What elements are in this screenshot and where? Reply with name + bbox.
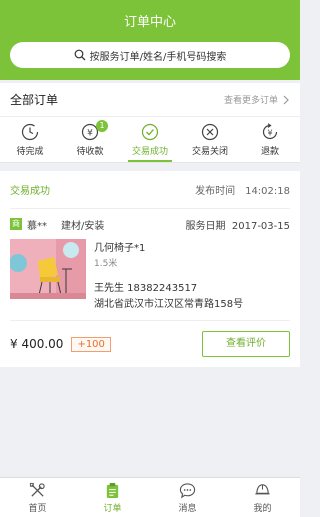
clipboard-icon	[106, 482, 119, 498]
nav-label: 消息	[178, 503, 197, 514]
service-date-value: 2017-03-15	[231, 220, 290, 232]
tab-label: 退款	[260, 146, 279, 157]
chat-icon	[179, 482, 196, 498]
chevron-right-icon	[283, 95, 289, 104]
bottom-nav: 首页 订单 消息 我的	[0, 477, 300, 517]
order-status-row: 交易成功 发布时间 14:02:18	[10, 171, 290, 209]
header: 订单中心 按服务订单/姓名/手机号码搜索	[0, 0, 300, 80]
order-card: 交易成功 发布时间 14:02:18 商 慕** 建材/安装 服务日期 2017-…	[0, 171, 300, 367]
service-date: 服务日期 2017-03-15	[186, 217, 290, 232]
tab-badge: 1	[96, 120, 108, 132]
merchant-row: 商 慕** 建材/安装 服务日期 2017-03-15	[10, 209, 290, 239]
tab-label: 待收款	[76, 146, 104, 157]
tab-awaiting-payment[interactable]: ¥ 1 待收款	[60, 117, 120, 162]
nav-label: 订单	[103, 503, 122, 514]
view-more-orders-link[interactable]: 查看更多订单	[224, 93, 290, 106]
tab-pending[interactable]: 待完成	[0, 117, 60, 162]
tab-completed[interactable]: 交易成功	[120, 117, 180, 162]
check-circle-icon	[141, 123, 159, 140]
category: 建材/安装	[61, 220, 105, 232]
svg-text:¥: ¥	[87, 128, 93, 138]
nav-messages[interactable]: 消息	[150, 478, 225, 517]
publish-time-value: 14:02:18	[245, 186, 290, 197]
search-placeholder: 按服务订单/姓名/手机号码搜索	[89, 51, 227, 63]
nav-orders[interactable]: 订单	[75, 478, 150, 517]
order-price-group: ¥ 400.00 +100	[10, 336, 111, 352]
page-title: 订单中心	[123, 15, 176, 30]
all-orders-title: 全部订单	[10, 93, 59, 107]
tab-label: 交易成功	[131, 146, 168, 157]
nav-home[interactable]: 首页	[0, 478, 75, 517]
address: 湖北省武汉市江汉区常青路158号	[94, 299, 244, 310]
search-icon	[74, 49, 86, 61]
view-more-label: 查看更多订单	[223, 96, 278, 106]
tab-refund[interactable]: ¥ 退款	[240, 117, 300, 162]
order-footer: ¥ 400.00 +100 查看评价	[10, 321, 290, 367]
product-name: 几何椅子*1	[94, 243, 146, 254]
contact-info: 王先生 18382243517	[94, 283, 198, 294]
search-input[interactable]: 按服务订单/姓名/手机号码搜索	[10, 42, 290, 68]
order-status: 交易成功	[10, 186, 50, 197]
all-orders-bar: 全部订单 查看更多订单	[0, 83, 300, 117]
clock-icon	[21, 123, 39, 140]
order-price: ¥ 400.00	[10, 337, 64, 351]
publish-label: 发布时间	[195, 186, 236, 197]
refund-icon: ¥	[262, 122, 278, 139]
helmet-icon	[255, 483, 270, 494]
tools-icon	[29, 482, 45, 497]
product-spec: 1.5米	[94, 259, 118, 269]
tab-closed[interactable]: 交易关闭	[180, 117, 240, 162]
publish-time: 发布时间 14:02:18	[195, 182, 290, 197]
svg-text:¥: ¥	[267, 128, 272, 137]
points-badge: +100	[71, 336, 111, 352]
product-image	[10, 239, 86, 299]
nav-profile[interactable]: 我的	[225, 478, 300, 517]
order-status-tabs: 待完成 ¥ 1 待收款 交易成功 交易关闭 ¥ 退款	[0, 117, 300, 163]
x-circle-icon	[201, 123, 219, 140]
service-date-label: 服务日期	[185, 220, 226, 232]
merchant-info: 商 慕** 建材/安装	[10, 217, 104, 232]
merchant-name: 慕**	[27, 220, 47, 232]
view-review-button[interactable]: 查看评价	[202, 331, 290, 357]
tab-label: 交易关闭	[191, 146, 228, 157]
product-info: 几何椅子*1 1.5米 王先生 18382243517 湖北省武汉市江汉区常青路…	[94, 239, 243, 310]
nav-label: 我的	[253, 503, 272, 514]
shop-tag-icon: 商	[10, 218, 22, 230]
nav-label: 首页	[28, 503, 47, 514]
product-row[interactable]: 几何椅子*1 1.5米 王先生 18382243517 湖北省武汉市江汉区常青路…	[10, 239, 290, 321]
tab-label: 待完成	[16, 146, 44, 157]
